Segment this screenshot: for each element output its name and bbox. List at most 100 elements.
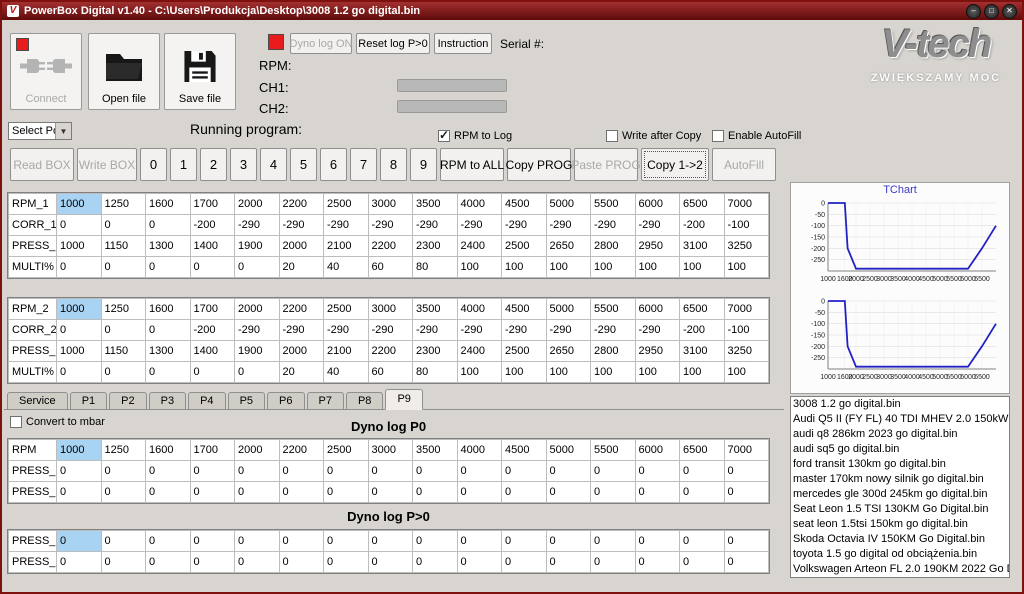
value-cell[interactable]: 0	[635, 482, 680, 503]
value-cell[interactable]: 0	[368, 531, 413, 552]
write-box-button[interactable]: Write BOX	[77, 148, 137, 181]
value-cell[interactable]: 0	[146, 482, 191, 503]
maximize-button[interactable]: □	[984, 4, 999, 19]
file-list-item[interactable]: audi q8 286km 2023 go digital.bin	[791, 427, 1009, 442]
open-file-button[interactable]: Open file	[88, 33, 160, 110]
value-cell[interactable]: 0	[724, 531, 769, 552]
value-cell[interactable]: 1600	[146, 299, 191, 320]
value-cell[interactable]: 0	[101, 215, 146, 236]
file-list-item[interactable]: Volkswagen Arteon FL 2.0 190KM 2022 Go D…	[791, 562, 1009, 577]
value-cell[interactable]: 1600	[146, 440, 191, 461]
file-list-item[interactable]: audi sq5 go digital.bin	[791, 442, 1009, 457]
value-cell[interactable]: 0	[635, 531, 680, 552]
value-cell[interactable]: 0	[591, 552, 636, 573]
value-cell[interactable]: 0	[235, 552, 280, 573]
value-cell[interactable]: 0	[146, 552, 191, 573]
digit-button-8[interactable]: 8	[380, 148, 407, 181]
value-cell[interactable]: 0	[591, 461, 636, 482]
connect-button[interactable]: Connect	[10, 33, 82, 110]
tab-p5[interactable]: P5	[228, 392, 265, 409]
value-cell[interactable]: 100	[724, 257, 769, 278]
value-cell[interactable]: 100	[457, 362, 502, 383]
value-cell[interactable]: 2400	[457, 236, 502, 257]
value-cell[interactable]: 1250	[101, 299, 146, 320]
value-cell[interactable]: 2200	[279, 194, 324, 215]
value-cell[interactable]: 6000	[635, 194, 680, 215]
value-cell[interactable]: 1300	[146, 236, 191, 257]
value-cell[interactable]: 0	[457, 482, 502, 503]
paste-prog-button[interactable]: Paste PROG	[574, 148, 638, 181]
value-cell[interactable]: 3000	[368, 440, 413, 461]
value-cell[interactable]: 4000	[457, 194, 502, 215]
reset-log-button[interactable]: Reset log P>0	[356, 33, 430, 54]
value-cell[interactable]: 1300	[146, 341, 191, 362]
value-cell[interactable]: 1000	[57, 341, 102, 362]
value-cell[interactable]: -290	[235, 320, 280, 341]
value-cell[interactable]: 1000	[57, 299, 102, 320]
value-cell[interactable]: 0	[101, 531, 146, 552]
value-cell[interactable]: -290	[591, 215, 636, 236]
value-cell[interactable]: 2200	[368, 236, 413, 257]
value-cell[interactable]: -290	[413, 320, 458, 341]
value-cell[interactable]: 3000	[368, 299, 413, 320]
value-cell[interactable]: 3250	[724, 341, 769, 362]
value-cell[interactable]: 0	[235, 362, 280, 383]
value-cell[interactable]: 0	[368, 482, 413, 503]
value-cell[interactable]: 0	[724, 461, 769, 482]
value-cell[interactable]: 0	[101, 320, 146, 341]
value-cell[interactable]: 1400	[190, 341, 235, 362]
value-cell[interactable]: -290	[235, 215, 280, 236]
value-cell[interactable]: 2500	[502, 341, 547, 362]
value-cell[interactable]: 2000	[279, 341, 324, 362]
file-list-item[interactable]: master 170km nowy silnik go digital.bin	[791, 472, 1009, 487]
value-cell[interactable]: 100	[635, 362, 680, 383]
value-cell[interactable]: 1000	[57, 194, 102, 215]
value-cell[interactable]: -100	[724, 320, 769, 341]
value-cell[interactable]: 0	[324, 482, 369, 503]
value-cell[interactable]: 40	[324, 362, 369, 383]
value-cell[interactable]: 0	[413, 531, 458, 552]
value-cell[interactable]: 0	[680, 552, 725, 573]
value-cell[interactable]: 80	[413, 362, 458, 383]
digit-button-3[interactable]: 3	[230, 148, 257, 181]
value-cell[interactable]: 0	[190, 552, 235, 573]
value-cell[interactable]: 0	[190, 531, 235, 552]
value-cell[interactable]: -200	[190, 215, 235, 236]
value-cell[interactable]: 3100	[680, 341, 725, 362]
value-cell[interactable]: 4000	[457, 440, 502, 461]
value-cell[interactable]: 2100	[324, 236, 369, 257]
value-cell[interactable]: -290	[502, 215, 547, 236]
value-cell[interactable]: 0	[146, 531, 191, 552]
value-cell[interactable]: 7000	[724, 194, 769, 215]
value-cell[interactable]: 2300	[413, 341, 458, 362]
value-cell[interactable]: 0	[502, 531, 547, 552]
digit-button-6[interactable]: 6	[320, 148, 347, 181]
value-cell[interactable]: 0	[101, 482, 146, 503]
value-cell[interactable]: -290	[368, 320, 413, 341]
value-cell[interactable]: 0	[591, 531, 636, 552]
value-cell[interactable]: 1000	[57, 236, 102, 257]
value-cell[interactable]: 2500	[502, 236, 547, 257]
value-cell[interactable]: 7000	[724, 299, 769, 320]
value-cell[interactable]: 1900	[235, 341, 280, 362]
value-cell[interactable]: 0	[235, 461, 280, 482]
dyno-log-on-button[interactable]: Dyno log ON	[290, 33, 352, 54]
value-cell[interactable]: 2950	[635, 341, 680, 362]
value-cell[interactable]: 0	[324, 461, 369, 482]
file-list-item[interactable]: Audi Q5 II (FY FL) 40 TDI MHEV 2.0 150kW…	[791, 412, 1009, 427]
value-cell[interactable]: 2200	[368, 341, 413, 362]
value-cell[interactable]: 1250	[101, 194, 146, 215]
value-cell[interactable]: 0	[413, 552, 458, 573]
value-cell[interactable]: -200	[680, 320, 725, 341]
read-box-button[interactable]: Read BOX	[10, 148, 74, 181]
value-cell[interactable]: 100	[502, 257, 547, 278]
file-list-item[interactable]: toyota 1.5 go digital od obciążenia.bin	[791, 547, 1009, 562]
value-cell[interactable]: -200	[190, 320, 235, 341]
value-cell[interactable]: 0	[235, 531, 280, 552]
value-cell[interactable]: 0	[457, 552, 502, 573]
value-cell[interactable]: 0	[680, 482, 725, 503]
value-cell[interactable]: 0	[57, 461, 102, 482]
value-cell[interactable]: 0	[502, 552, 547, 573]
value-cell[interactable]: 80	[413, 257, 458, 278]
value-cell[interactable]: -290	[279, 320, 324, 341]
